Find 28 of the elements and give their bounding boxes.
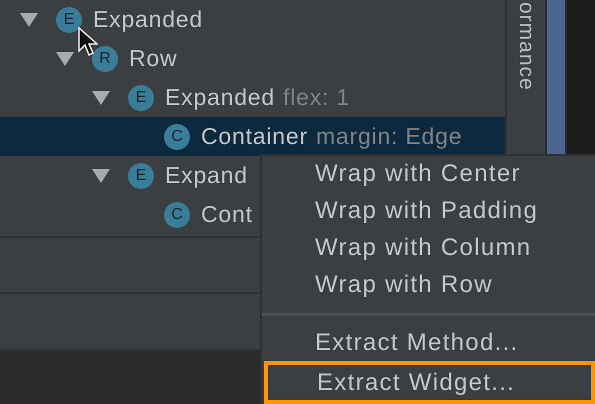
menu-item[interactable]: Extract Widget... (264, 361, 595, 404)
collapse-triangle-icon[interactable] (56, 52, 74, 66)
widget-type-icon: C (164, 124, 190, 150)
menu-item[interactable]: Wrap with Row (262, 266, 595, 304)
menu-item[interactable]: Wrap with Center (262, 156, 595, 193)
collapse-triangle-icon[interactable] (92, 168, 110, 182)
widget-property: margin: Edge (316, 123, 462, 150)
widget-type-icon: E (128, 162, 154, 188)
widget-name: Expanded (165, 84, 275, 111)
collapse-triangle-icon[interactable] (20, 12, 38, 26)
tree-row[interactable]: E Expanded flex: 1 (0, 78, 505, 117)
widget-name: Container (201, 123, 308, 150)
menu-item[interactable]: Wrap with Padding (262, 192, 595, 230)
collapse-triangle-icon[interactable] (92, 90, 110, 104)
widget-property: flex: 1 (283, 84, 350, 111)
widget-name: Cont (201, 201, 253, 228)
tree-row[interactable]: E Expanded (0, 0, 505, 39)
tree-row[interactable]: C Container margin: Edge (0, 117, 505, 156)
widget-name: Row (129, 45, 178, 72)
widget-name: Expand (165, 162, 248, 189)
menu-item[interactable]: Extract Method... (262, 324, 595, 362)
menu-item[interactable]: Wrap with Column (262, 230, 595, 267)
widget-type-icon: E (56, 6, 82, 32)
widget-name: Expanded (93, 6, 203, 33)
widget-type-icon: R (92, 46, 118, 72)
widget-type-icon: E (128, 84, 154, 110)
widget-type-icon: C (164, 202, 190, 228)
side-tab[interactable]: ormance (514, 2, 538, 91)
